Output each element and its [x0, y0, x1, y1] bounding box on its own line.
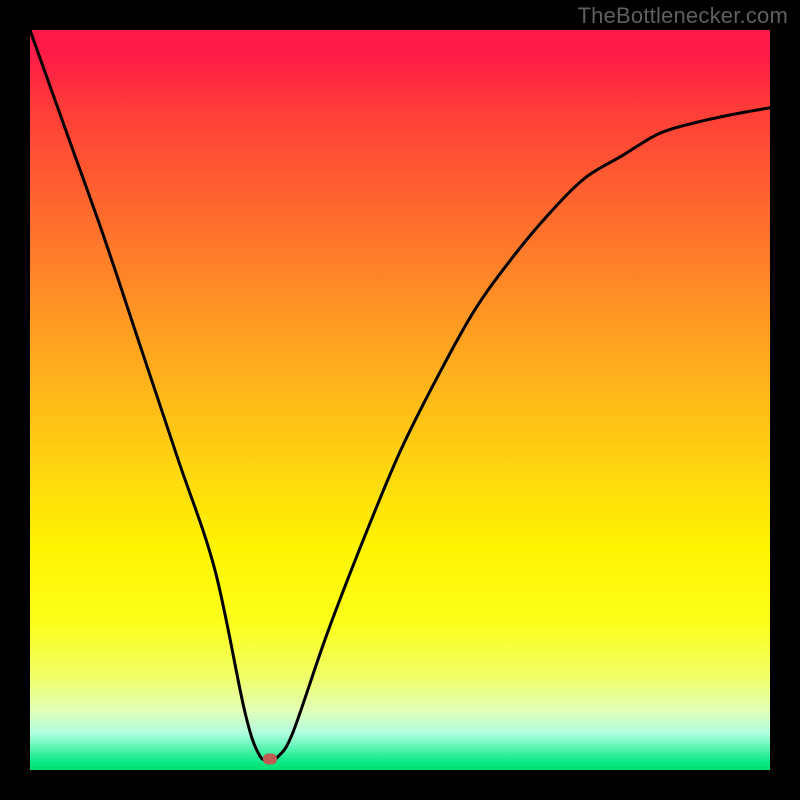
optimal-point-marker [263, 753, 277, 764]
watermark-text: TheBottlenecker.com [578, 3, 788, 29]
curve-svg [30, 30, 770, 770]
plot-area [30, 30, 770, 770]
chart-container: TheBottlenecker.com [0, 0, 800, 800]
bottleneck-curve [30, 30, 770, 760]
